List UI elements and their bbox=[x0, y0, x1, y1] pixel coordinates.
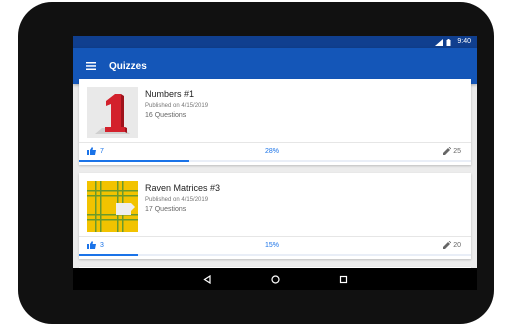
quiz-thumbnail-number-one bbox=[87, 87, 138, 138]
quiz-title: Raven Matrices #3 bbox=[145, 183, 221, 193]
edit-count: 20 bbox=[453, 241, 461, 249]
recent-apps-icon[interactable] bbox=[337, 273, 349, 285]
battery-icon bbox=[446, 38, 454, 46]
quiz-footer: 3 15% 20 bbox=[79, 236, 471, 255]
quiz-title: Numbers #1 bbox=[145, 89, 195, 99]
progress-fill bbox=[79, 254, 138, 256]
like-button[interactable]: 7 bbox=[87, 147, 104, 155]
back-icon[interactable] bbox=[201, 273, 213, 285]
quiz-published: Published on 4/15/2019 bbox=[145, 197, 209, 203]
status-bar: 9:40 bbox=[73, 36, 477, 48]
page-title: Quizzes bbox=[109, 60, 147, 72]
quiz-footer: 7 28% 25 bbox=[79, 142, 471, 161]
pencil-icon bbox=[443, 147, 452, 155]
quiz-percent: 28% bbox=[265, 148, 280, 155]
progress-fill bbox=[79, 160, 189, 162]
edit-count: 25 bbox=[453, 147, 461, 155]
home-icon[interactable] bbox=[269, 273, 281, 285]
like-count: 3 bbox=[100, 241, 104, 249]
thumbs-up-icon bbox=[87, 147, 96, 155]
pencil-icon bbox=[443, 241, 452, 249]
status-time: 9:40 bbox=[457, 38, 471, 45]
navigation-bar bbox=[73, 268, 477, 290]
menu-icon[interactable] bbox=[84, 59, 98, 73]
quiz-question-count: 16 Questions bbox=[145, 112, 187, 119]
edit-button[interactable]: 25 bbox=[443, 147, 461, 155]
signal-icon bbox=[435, 38, 444, 46]
progress-bar bbox=[79, 254, 471, 256]
like-count: 7 bbox=[100, 147, 104, 155]
quiz-published: Published on 4/15/2019 bbox=[145, 103, 209, 109]
tablet-frame: 9:40 Quizzes Numbers #1 Published on 4/1… bbox=[18, 2, 494, 324]
screen: 9:40 Quizzes Numbers #1 Published on 4/1… bbox=[73, 36, 477, 290]
thumbs-up-icon bbox=[87, 241, 96, 249]
quiz-thumbnail-raven-matrix bbox=[87, 181, 138, 232]
quiz-question-count: 17 Questions bbox=[145, 206, 187, 213]
quiz-percent: 15% bbox=[265, 242, 280, 249]
like-button[interactable]: 3 bbox=[87, 241, 104, 249]
quiz-card[interactable]: Numbers #1 Published on 4/15/2019 16 Que… bbox=[79, 79, 471, 165]
quiz-card[interactable]: Raven Matrices #3 Published on 4/15/2019… bbox=[79, 173, 471, 259]
edit-button[interactable]: 20 bbox=[443, 241, 461, 249]
progress-bar bbox=[79, 160, 471, 162]
